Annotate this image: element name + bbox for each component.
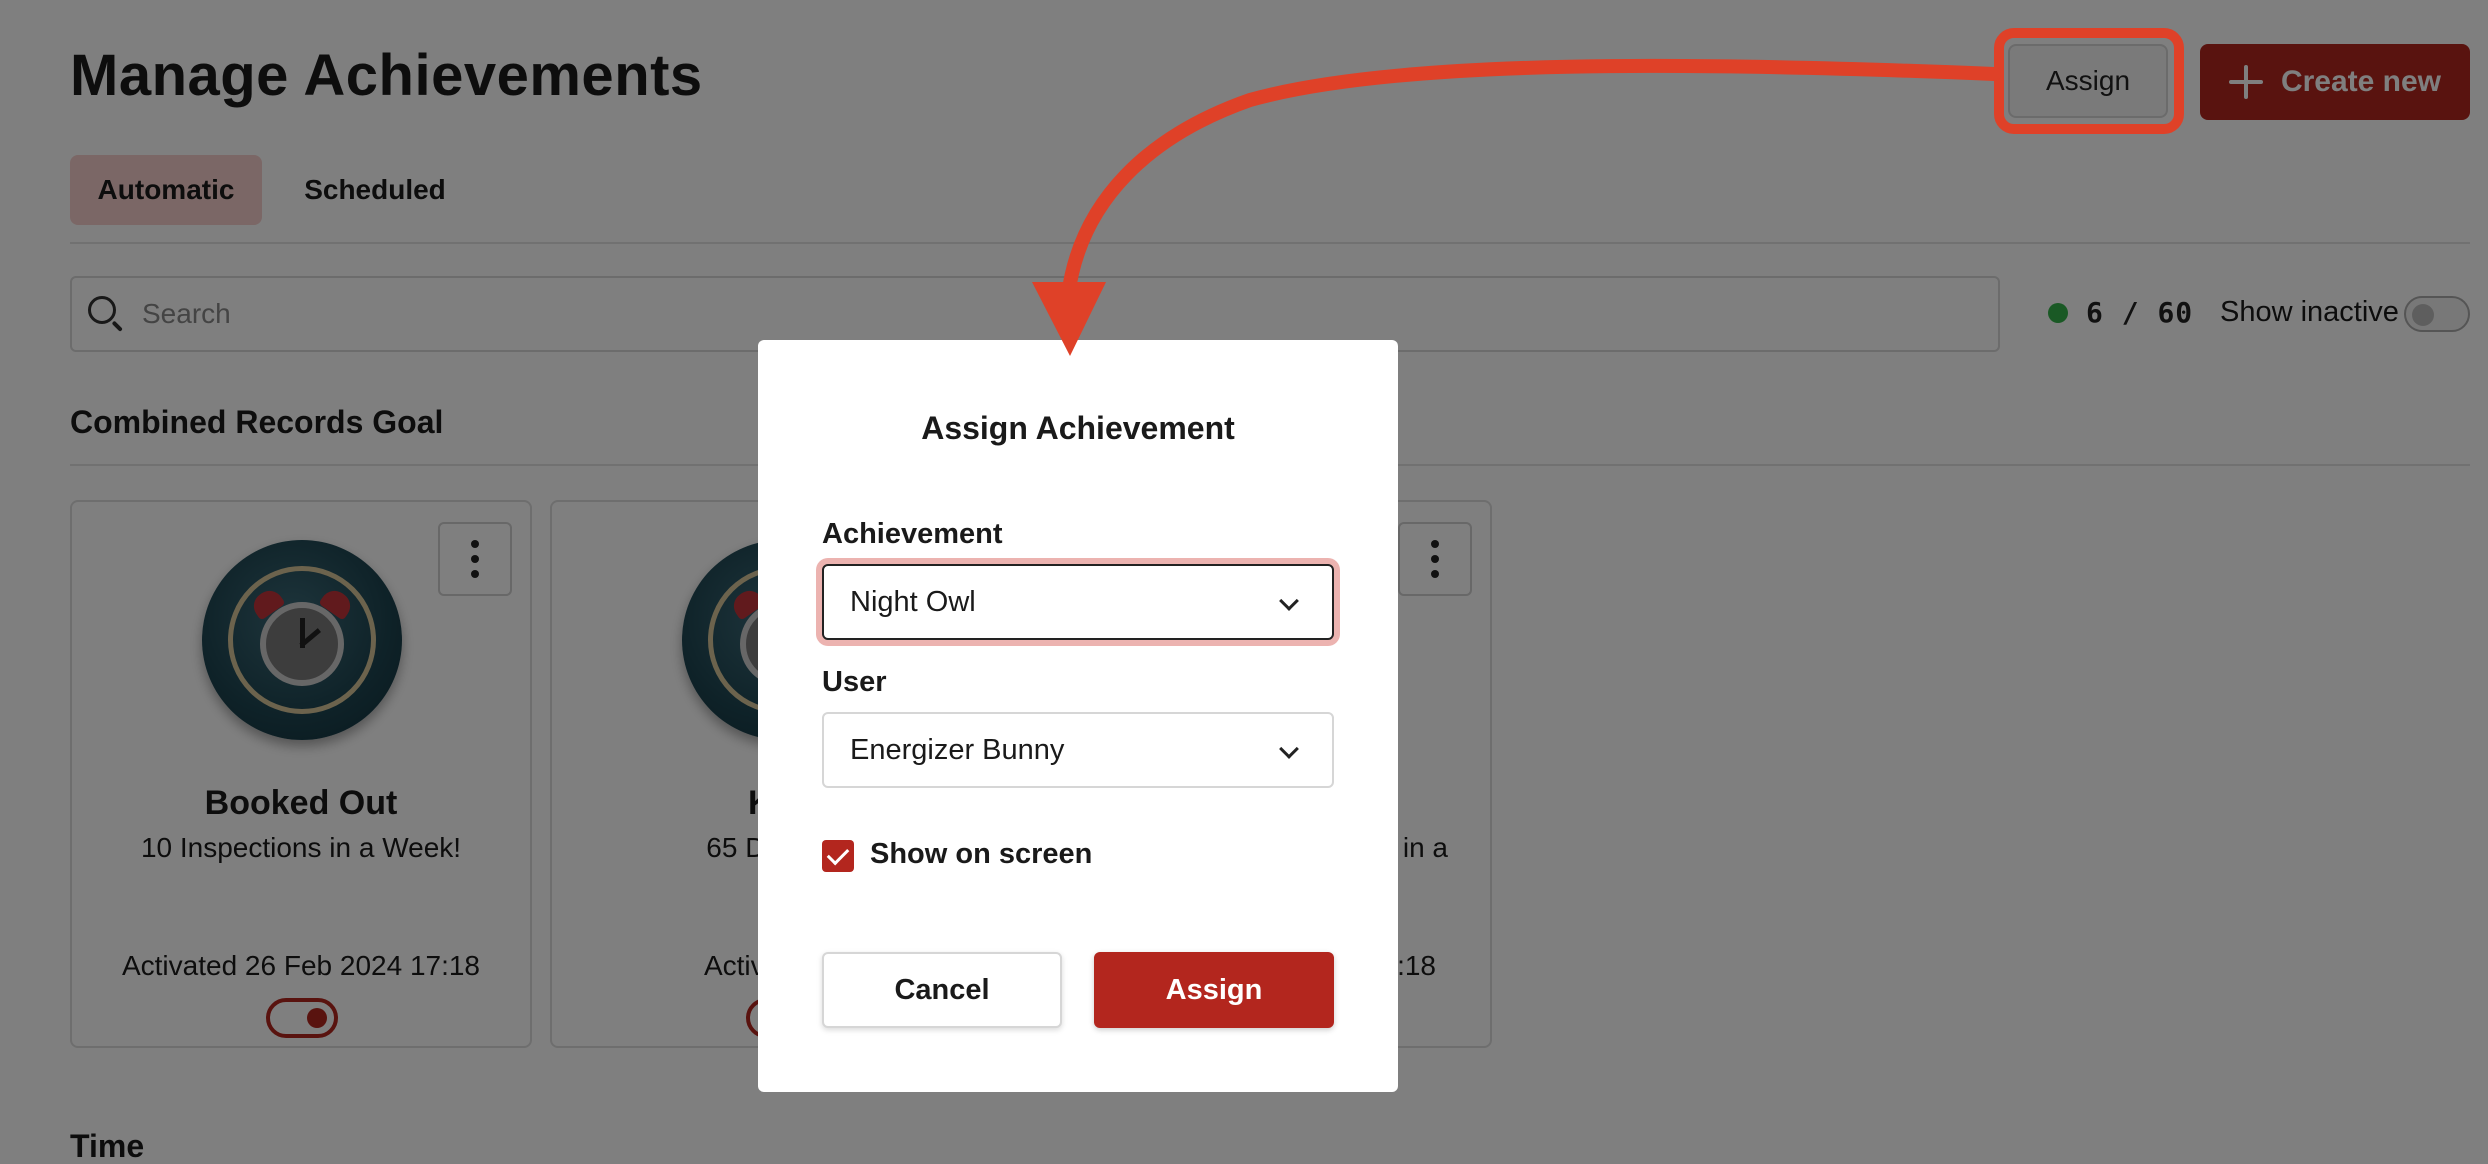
achievement-select[interactable]: Night Owl — [822, 564, 1334, 640]
achievement-label: Achievement — [822, 518, 1003, 550]
achievement-select-value: Night Owl — [850, 585, 976, 618]
user-select-value: Energizer Bunny — [850, 733, 1065, 766]
assign-achievement-dialog: Assign Achievement Achievement Night Owl… — [758, 340, 1398, 1092]
dialog-title: Assign Achievement — [921, 410, 1235, 446]
show-on-screen-checkbox[interactable] — [822, 840, 854, 872]
chevron-down-icon — [1279, 739, 1299, 759]
show-on-screen-label: Show on screen — [870, 838, 1093, 870]
chevron-down-icon — [1279, 591, 1299, 611]
user-label: User — [822, 666, 887, 698]
assign-confirm-button[interactable]: Assign — [1094, 952, 1334, 1028]
page: Manage Achievements Assign Create new Au… — [0, 0, 2488, 1164]
annotation-highlight-box — [1994, 28, 2184, 134]
cancel-button[interactable]: Cancel — [822, 952, 1062, 1028]
user-select[interactable]: Energizer Bunny — [822, 712, 1334, 788]
